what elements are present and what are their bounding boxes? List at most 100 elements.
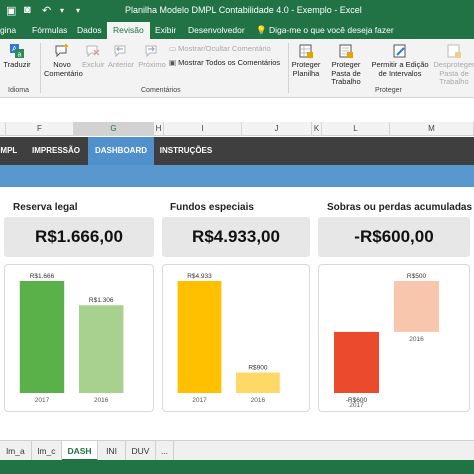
kpi-label-fundos-especiais: Fundos especiais	[170, 202, 254, 213]
allow-edit-ranges-label: Permitir a Edição de Intervalos	[371, 60, 429, 78]
unprotect-workbook-icon	[447, 44, 461, 58]
ribbon-tab-bar: gina Fórmulas Dados Revisão Exibir Desen…	[0, 22, 474, 39]
nav-dashboard[interactable]: DASHBOARD	[88, 137, 154, 165]
sheet-tab-lm-a[interactable]: lm_a	[0, 441, 32, 461]
next-comment-button[interactable]: Próximo	[137, 43, 167, 70]
protect-sheet-icon	[299, 44, 313, 58]
previous-comment-icon	[114, 45, 126, 58]
protect-sheet-label: Proteger Planilha	[291, 60, 321, 78]
group-label-protect: Proteger	[375, 87, 402, 94]
nav-instrucoes[interactable]: INSTRUÇÕES	[154, 137, 218, 165]
dashboard-header-band	[0, 165, 474, 187]
chart-panel-sobras-perdas: -R$600 2017 R$500 2016	[318, 264, 470, 412]
chart-data-label: R$1.306	[89, 297, 114, 304]
customize-qat-icon[interactable]: ▾	[76, 6, 80, 15]
new-comment-button[interactable]: Novo Comentário	[44, 43, 83, 78]
translate-button[interactable]: A a Traduzir	[2, 43, 32, 70]
ribbon-separator	[40, 43, 41, 93]
sheet-tab-more[interactable]: ...	[156, 441, 174, 461]
tell-me-text: Diga-me o que você deseja fazer	[268, 25, 394, 35]
unprotect-workbook-button[interactable]: Desproteger Pasta de Trabalho	[430, 43, 474, 87]
protect-workbook-button[interactable]: Proteger Pasta de Trabalho	[322, 43, 370, 87]
previous-comment-button[interactable]: Anterior	[106, 43, 136, 70]
column-header-j[interactable]: J	[242, 122, 312, 136]
window-title: Planilha Modelo DMPL Contabilidade 4.0 -…	[125, 5, 362, 15]
new-comment-icon	[55, 44, 68, 58]
next-comment-icon	[145, 45, 157, 58]
tell-me-search[interactable]: 💡 Diga-me o que você deseja fazer	[256, 22, 394, 39]
sheet-tab-bar: lm_a lm_c DASH INI DUV ...	[0, 440, 474, 461]
status-bar	[0, 460, 474, 474]
ribbon: A a Traduzir Novo Comentário Excluir Ant…	[0, 39, 474, 98]
lightbulb-icon: 💡	[256, 25, 269, 35]
column-header-f[interactable]: F	[6, 122, 74, 136]
camera-icon[interactable]: ◙	[24, 4, 31, 16]
save-icon[interactable]: ▣	[6, 4, 16, 17]
kpi-value-sobras-perdas: -R$600,00	[318, 217, 470, 257]
tab-dados[interactable]: Dados	[77, 22, 102, 39]
chart-category-label: 2016	[251, 397, 266, 404]
sheet-tab-duv[interactable]: DUV	[126, 441, 156, 461]
chart-bar-2016	[394, 281, 439, 332]
chart-panel-fundos-especiais: R$4.933 2017 R$900 2016	[162, 264, 310, 412]
title-bar: ▣ ◙ ↶ ▾ ▾ Planilha Modelo DMPL Contabili…	[0, 0, 474, 22]
chart-bar-2016	[236, 372, 280, 393]
tab-formulas[interactable]: Fórmulas	[32, 22, 67, 39]
tab-pagina[interactable]: gina	[0, 22, 16, 39]
column-header-i[interactable]: I	[164, 122, 242, 136]
sheet-tab-ini[interactable]: INI	[98, 441, 126, 461]
sheet-tab-dash[interactable]: DASH	[62, 441, 98, 461]
group-label-language: Idioma	[8, 87, 30, 94]
chart-category-label: 2016	[94, 397, 109, 404]
column-header-k[interactable]: K	[312, 122, 322, 136]
tab-desenvolvedor[interactable]: Desenvolvedor	[188, 22, 245, 39]
show-hide-comment-icon: ▭	[169, 44, 179, 53]
undo-icon[interactable]: ↶	[42, 4, 51, 17]
chart-panel-reserva-legal: R$1.666 2017 R$1.306 2016	[4, 264, 154, 412]
chart-bar-2017	[177, 281, 222, 393]
allow-edit-ranges-button[interactable]: Permitir a Edição de Intervalos	[371, 43, 429, 78]
sheet-tab-lm-c[interactable]: lm_c	[32, 441, 62, 461]
chart-category-label: 2017	[192, 397, 207, 404]
column-headers: F G H I J K L M	[0, 122, 474, 136]
tab-revisao[interactable]: Revisão	[107, 22, 150, 39]
bar-chart-reserva-legal: R$1.666 2017 R$1.306 2016	[19, 273, 124, 404]
column-header-m[interactable]: M	[390, 122, 474, 136]
kpi-value-reserva-legal: R$1.666,00	[4, 217, 154, 257]
tab-exibir[interactable]: Exibir	[155, 22, 176, 39]
translate-label: Traduzir	[3, 60, 31, 69]
show-hide-comment-label: Mostrar/Ocultar Comentário	[178, 44, 271, 53]
kpi-label-sobras-perdas: Sobras ou perdas acumuladas	[327, 202, 473, 213]
show-hide-comment-button[interactable]: ▭ Mostrar/Ocultar Comentário	[169, 44, 271, 53]
nav-dmpl[interactable]: DMPL	[0, 137, 26, 165]
protect-sheet-button[interactable]: Proteger Planilha	[290, 43, 322, 78]
new-comment-label: Novo Comentário	[44, 60, 83, 78]
unprotect-workbook-label: Desproteger Pasta de Trabalho	[433, 60, 474, 86]
chart-bar-2017	[19, 281, 65, 393]
bar-chart-fundos-especiais: R$4.933 2017 R$900 2016	[177, 273, 280, 404]
group-label-comments: Comentários	[141, 87, 181, 94]
chart-bar-2017	[334, 331, 379, 393]
chart-data-label: R$500	[407, 273, 427, 280]
kpi-value-fundos-especiais: R$4.933,00	[162, 217, 310, 257]
column-header-h[interactable]: H	[154, 122, 164, 136]
dashboard-nav-bar: DMPL IMPRESSÃO DASHBOARD INSTRUÇÕES	[0, 137, 474, 165]
column-header-g[interactable]: G	[74, 122, 154, 136]
column-header-l[interactable]: L	[322, 122, 390, 136]
delete-comment-button[interactable]: Excluir	[82, 43, 105, 70]
delete-comment-label: Excluir	[82, 60, 105, 69]
bar-chart-sobras-perdas: -R$6002017R$5002016	[334, 273, 439, 409]
nav-impressao[interactable]: IMPRESSÃO	[26, 137, 86, 165]
chart-data-label: R$4.933	[187, 273, 212, 280]
redo-icon[interactable]: ▾	[60, 6, 64, 15]
chart-category-label: 2016	[409, 336, 424, 343]
chart-data-label: R$1.666	[30, 273, 55, 280]
protect-workbook-icon	[339, 44, 353, 58]
chart-bar-2016	[79, 305, 124, 393]
show-all-comments-button[interactable]: ▣ Mostrar Todos os Comentários	[169, 58, 280, 67]
chart-category-label: 2017	[349, 402, 364, 409]
protect-workbook-label: Proteger Pasta de Trabalho	[331, 60, 361, 86]
translate-icon: A a	[10, 44, 24, 59]
next-comment-label: Próximo	[138, 60, 166, 69]
show-all-comments-label: Mostrar Todos os Comentários	[178, 58, 281, 67]
